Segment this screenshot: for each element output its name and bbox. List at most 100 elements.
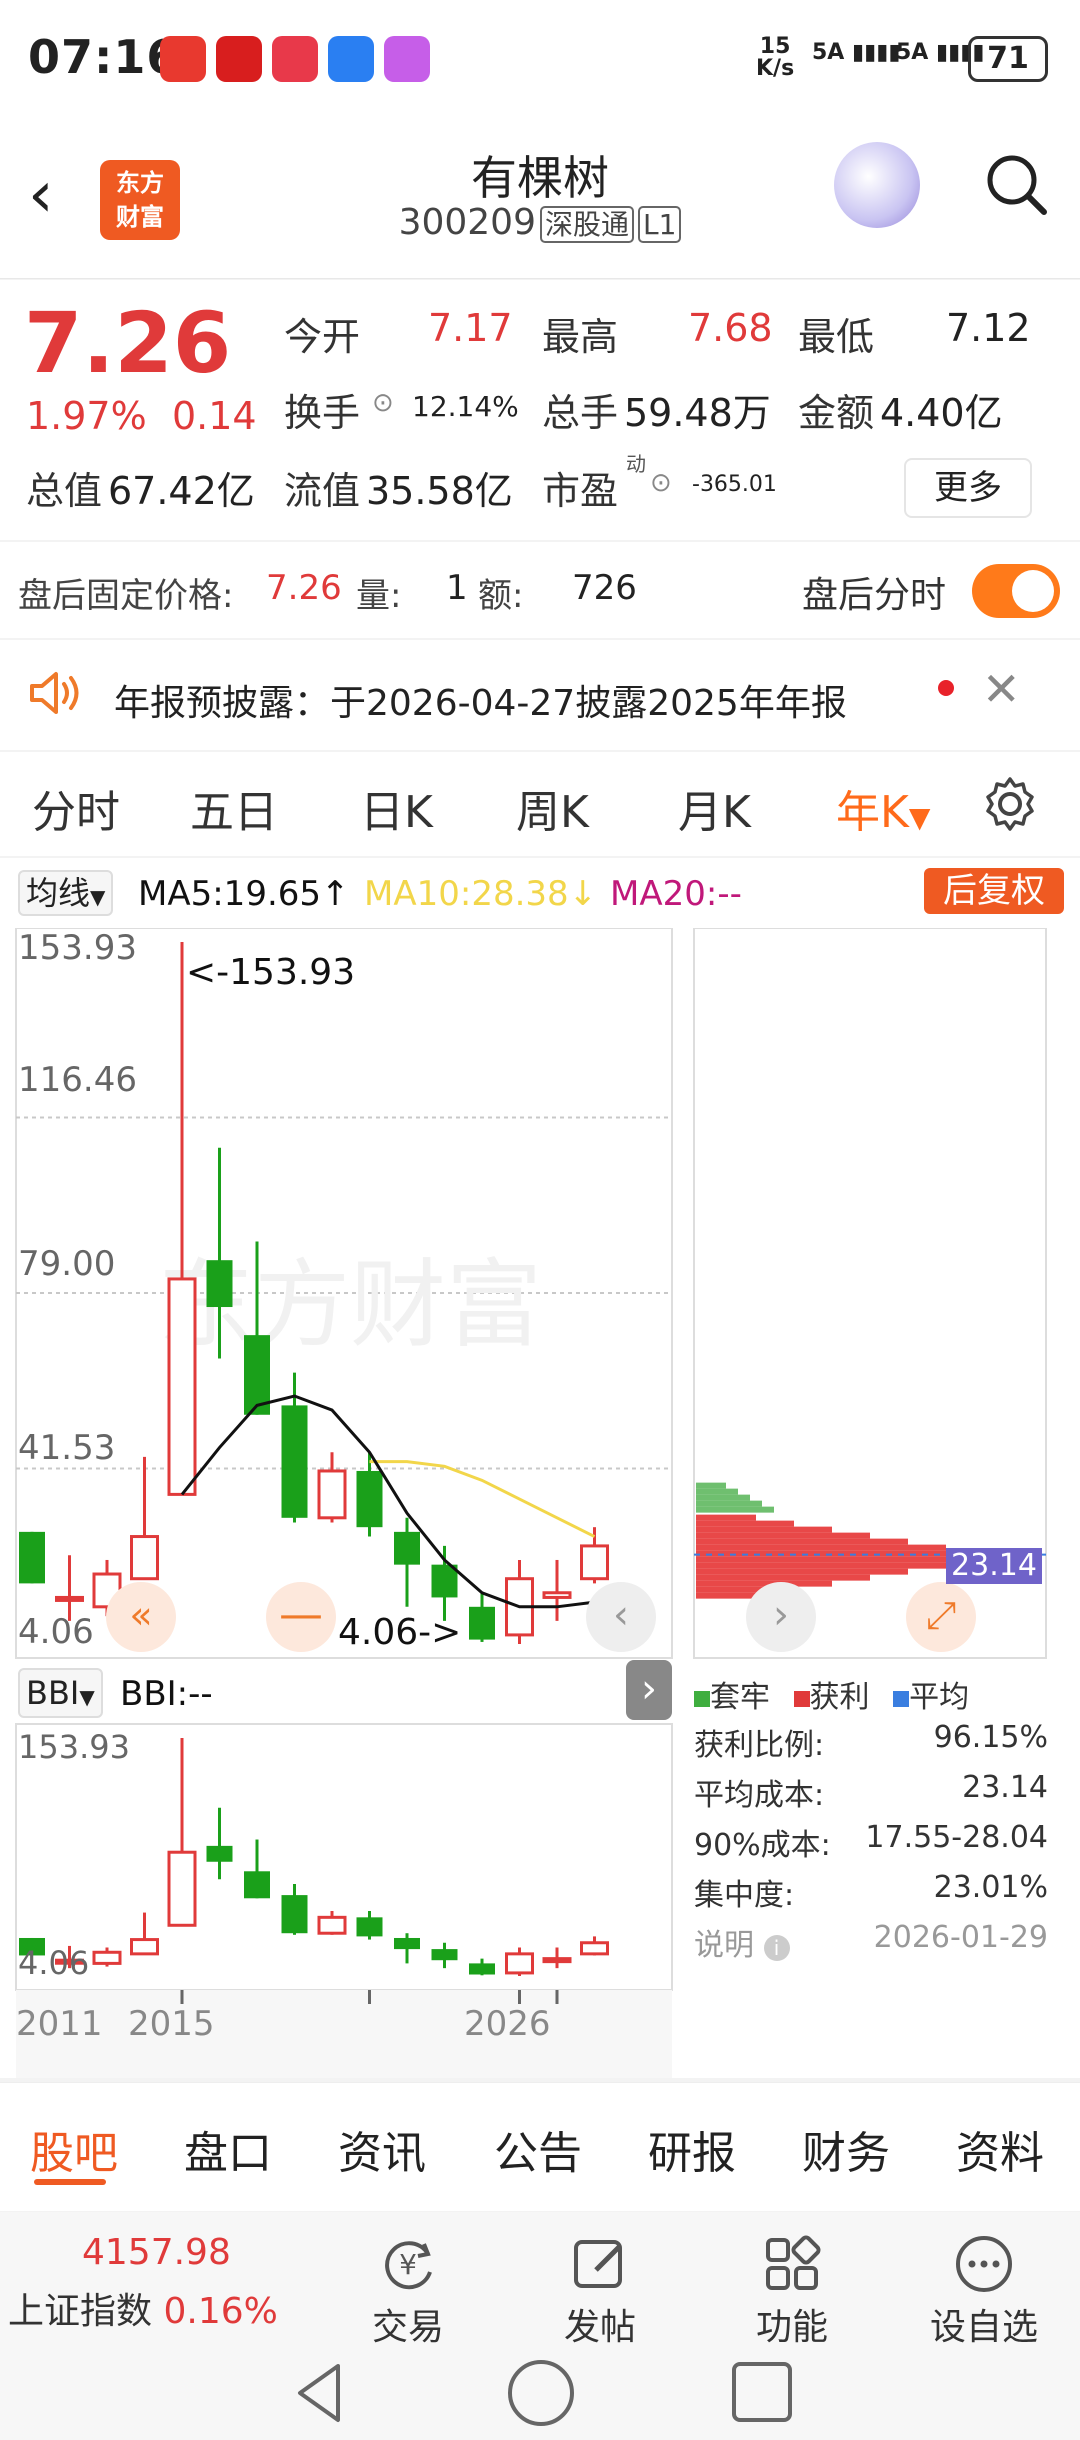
info-icon[interactable]: ⊙ bbox=[372, 388, 394, 418]
y-label: 79.00 bbox=[18, 1244, 116, 1284]
assistant-avatar-icon[interactable] bbox=[834, 142, 920, 228]
tab-research[interactable]: 研报 bbox=[648, 2117, 736, 2181]
candle-body bbox=[469, 1963, 495, 1975]
announcement-text: 年报预披露：于2026-04-27披露2025年年报 bbox=[114, 683, 847, 724]
level-tag: L1 bbox=[638, 206, 682, 243]
chip-bar-profit bbox=[696, 1574, 870, 1581]
chip-stat-row[interactable]: 说明 i 2026-01-29 bbox=[694, 1920, 1048, 1970]
app-gallery-icon bbox=[272, 36, 318, 82]
candle-body bbox=[167, 1850, 197, 1927]
after-hours-amount-label: 额: bbox=[478, 576, 524, 616]
candle-body bbox=[317, 1915, 347, 1935]
chip-bar-profit bbox=[696, 1568, 908, 1575]
info-icon[interactable]: i bbox=[763, 1935, 790, 1961]
search-icon[interactable] bbox=[982, 150, 1052, 224]
turnover-label: 换手 bbox=[284, 391, 361, 435]
app-notification-icon bbox=[384, 36, 430, 82]
turnover-value: 12.14% bbox=[412, 390, 519, 423]
indicator-selector[interactable]: BBI▼ bbox=[18, 1668, 103, 1718]
tab-financials[interactable]: 财务 bbox=[802, 2117, 890, 2181]
add-watchlist-button[interactable]: 设自选 bbox=[914, 2230, 1054, 2350]
tab-weekly-k[interactable]: 周K bbox=[516, 776, 589, 840]
low-label: 最低 bbox=[798, 315, 875, 359]
tab-yearly-k[interactable]: 年K▼ bbox=[836, 776, 930, 840]
announcement-bar[interactable]: 年报预披露：于2026-04-27披露2025年年报 ✕ bbox=[0, 640, 1080, 750]
chip-bar-trapped bbox=[696, 1488, 738, 1495]
content-tabs: 股吧 盘口 资讯 公告 研报 财务 资料 bbox=[0, 2082, 1080, 2211]
tab-news[interactable]: 资讯 bbox=[338, 2117, 426, 2181]
panel-expand-icon[interactable]: › bbox=[626, 1660, 672, 1720]
candle-body bbox=[19, 1531, 45, 1584]
tab-announcements[interactable]: 公告 bbox=[494, 2117, 582, 2181]
more-button[interactable]: 更多 bbox=[904, 458, 1032, 518]
chip-bar-profit bbox=[696, 1592, 756, 1599]
volume-value: 59.48万 bbox=[624, 391, 771, 435]
pe-value: -365.01 bbox=[692, 472, 777, 497]
nav-home-icon[interactable] bbox=[508, 2360, 574, 2426]
tab-order-book[interactable]: 盘口 bbox=[184, 2117, 272, 2181]
after-hours-toggle[interactable] bbox=[972, 564, 1060, 618]
time-axis-strip bbox=[16, 1990, 672, 2078]
chip-bar-trapped bbox=[696, 1500, 762, 1507]
x-label: 2026 bbox=[464, 2004, 551, 2044]
tab-five-day[interactable]: 五日 bbox=[190, 776, 278, 840]
status-bar: 07:16 15 K/s 5A ▮▮▮▮ 5A ▮▮▮▮ 71 bbox=[0, 0, 1080, 120]
candle-body bbox=[580, 1941, 609, 1956]
gear-icon[interactable] bbox=[980, 774, 1040, 838]
chip-bar-trapped bbox=[696, 1482, 726, 1489]
change-pct: 1.97% bbox=[26, 394, 147, 438]
ma-selector[interactable]: 均线▼ bbox=[18, 870, 114, 916]
tab-monthly-k[interactable]: 月K bbox=[678, 776, 751, 840]
app-notification-icon bbox=[160, 36, 206, 82]
yuan-exchange-icon: ¥ bbox=[338, 2230, 478, 2298]
candle-body bbox=[580, 1544, 609, 1581]
trade-button[interactable]: ¥ 交易 bbox=[338, 2230, 478, 2350]
mktcap-label: 总值 bbox=[26, 469, 103, 513]
max-price-marker: <-153.93 bbox=[186, 952, 356, 993]
info-icon[interactable]: ⊙ bbox=[650, 468, 672, 498]
sub-y-label-min: 4.06 bbox=[18, 1944, 90, 1982]
tab-forum[interactable]: 股吧 bbox=[30, 2117, 118, 2181]
candle-body bbox=[92, 1950, 122, 1965]
candle-body bbox=[542, 1957, 572, 1964]
candle-body bbox=[55, 1595, 84, 1602]
zoom-out-icon[interactable]: — bbox=[266, 1582, 336, 1652]
tab-intraday[interactable]: 分时 bbox=[32, 776, 120, 840]
change-amount: 0.14 bbox=[172, 394, 257, 438]
quote-panel: 7.26 1.97% 0.14 今开 7.17 最高 7.68 最低 7.12 … bbox=[0, 280, 1080, 540]
rewind-icon[interactable]: « bbox=[106, 1582, 176, 1652]
chevron-left-icon[interactable]: ‹ bbox=[586, 1582, 656, 1652]
chevron-right-icon[interactable]: › bbox=[746, 1582, 816, 1652]
index-value[interactable]: 4157.98 bbox=[82, 2232, 231, 2273]
chip-bar-profit bbox=[696, 1562, 946, 1569]
chip-bar-trapped bbox=[696, 1494, 750, 1501]
message-icon bbox=[328, 36, 374, 82]
tab-daily-k[interactable]: 日K bbox=[360, 776, 433, 840]
avg-cost-tag: 23.14 bbox=[946, 1548, 1042, 1584]
stock-code: 300209 bbox=[398, 202, 536, 243]
tab-profile[interactable]: 资料 bbox=[956, 2117, 1044, 2181]
nav-back-icon[interactable] bbox=[290, 2360, 350, 2430]
x-label: 2015 bbox=[128, 2004, 215, 2044]
signal-icon: 5A ▮▮▮▮ bbox=[812, 40, 901, 65]
adjust-button[interactable]: 后复权 bbox=[924, 868, 1064, 914]
connect-tag: 深股通 bbox=[540, 206, 635, 243]
float-label: 流值 bbox=[284, 469, 361, 513]
functions-button[interactable]: 功能 bbox=[722, 2230, 862, 2350]
x-label: 2011 bbox=[16, 2004, 103, 2044]
expand-icon[interactable]: ⤢ bbox=[906, 1582, 976, 1652]
candle-body bbox=[542, 1591, 572, 1599]
close-icon[interactable]: ✕ bbox=[982, 662, 1021, 716]
amount-value: 4.40亿 bbox=[880, 391, 1003, 435]
index-name[interactable]: 上证指数 0.16% bbox=[8, 2282, 278, 2334]
ma10-value: MA10:28.38↓ bbox=[364, 874, 598, 914]
candle-body bbox=[394, 1531, 420, 1565]
chip-stat-row: 90%成本: 17.55-28.04 bbox=[694, 1820, 1048, 1863]
ma-legend-row: 均线▼ MA5:19.65↑ MA10:28.38↓ MA20:-- 后复权 bbox=[0, 858, 1080, 928]
post-button[interactable]: 发帖 bbox=[530, 2230, 670, 2350]
nav-recents-icon[interactable] bbox=[732, 2362, 792, 2422]
chip-legend: 套牢 获利 平均 bbox=[694, 1672, 969, 1716]
ma20-value: MA20:-- bbox=[610, 874, 742, 914]
stock-code-row: 300209 深股通 L1 bbox=[0, 202, 1080, 243]
candle-body bbox=[206, 1260, 233, 1308]
